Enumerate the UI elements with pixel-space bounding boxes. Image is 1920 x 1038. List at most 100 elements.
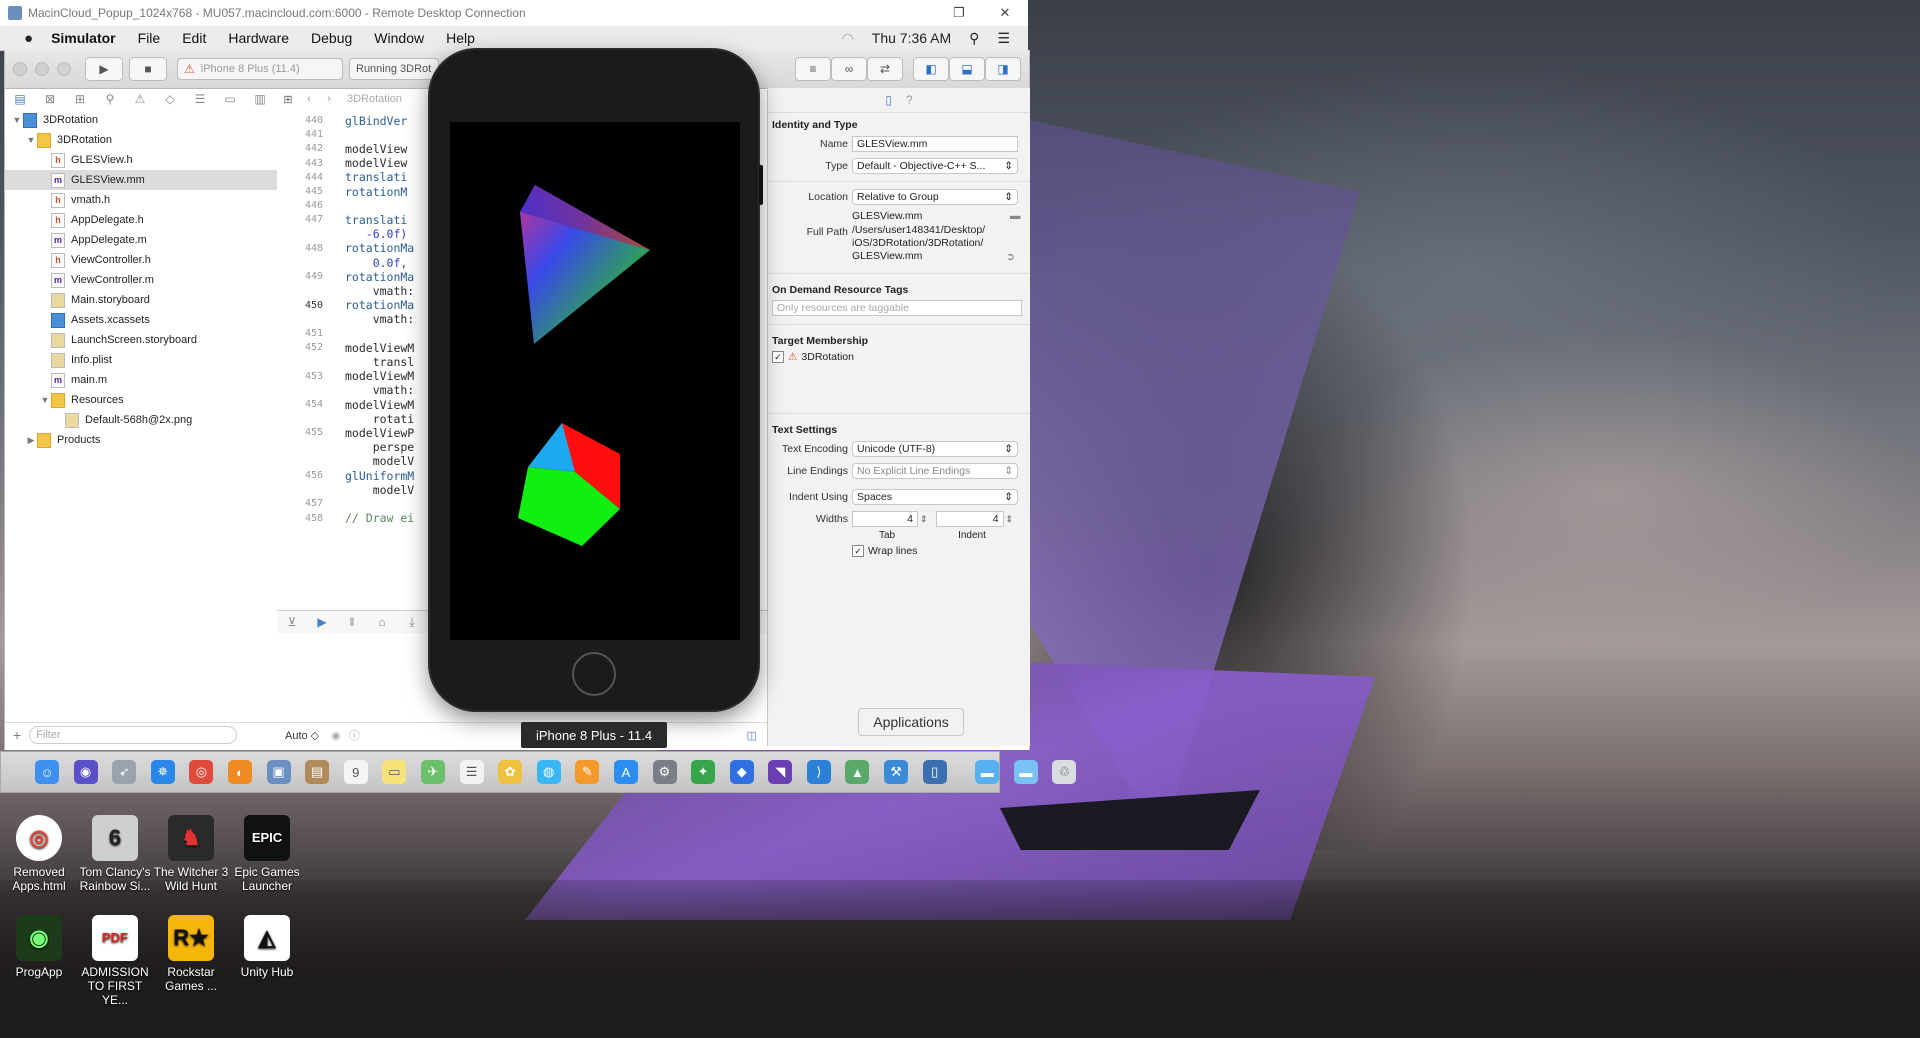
navigator-item[interactable]: m main.m	[5, 370, 277, 390]
navigator-item[interactable]: ▼ 3DRotation	[5, 130, 277, 150]
system-prefs-icon[interactable]: ⚙	[652, 760, 677, 784]
reveal-arrow-icon[interactable]: ➲	[1006, 251, 1015, 263]
menu-window[interactable]: Window	[374, 30, 424, 46]
name-field[interactable]: GLESView.mm	[852, 136, 1018, 152]
navigator-item[interactable]: m GLESView.mm	[5, 170, 277, 190]
navigator-item[interactable]: m AppDelegate.m	[5, 230, 277, 250]
navigator-item[interactable]: LaunchScreen.storyboard	[5, 330, 277, 350]
disclosure-open-icon[interactable]: ▼	[11, 115, 23, 125]
firefox-icon[interactable]: ◐	[227, 760, 252, 784]
step-into-icon[interactable]: ⤓	[397, 615, 427, 630]
navigator-item[interactable]: ▼ 3DRotation	[5, 110, 277, 130]
step-over-icon[interactable]: ⌂	[367, 615, 397, 629]
indent-select[interactable]: Spaces ⇕	[852, 489, 1018, 505]
eye-icon[interactable]: ◉	[331, 729, 341, 742]
disclosure-open-icon[interactable]: ▼	[39, 395, 51, 405]
symbol-navigator-icon[interactable]: ⊞	[65, 92, 95, 106]
siri-icon[interactable]: ◉	[73, 760, 98, 784]
witcher-shortcut[interactable]: ♞ The Witcher 3 Wild Hunt	[153, 815, 229, 893]
navigator-item[interactable]: Default-568h@2x.png	[5, 410, 277, 430]
reminders-icon[interactable]: ☰	[459, 760, 484, 784]
toggle-inspector-button[interactable]: ◨	[985, 57, 1021, 81]
safari-icon[interactable]: ✵	[150, 760, 175, 784]
folder-icon[interactable]: ▬	[1010, 210, 1021, 222]
forward-icon[interactable]: ›	[319, 93, 339, 105]
clock[interactable]: Thu 7:36 AM	[872, 30, 951, 46]
navigator-item[interactable]: ▼ Resources	[5, 390, 277, 410]
navigator-item[interactable]: m ViewController.m	[5, 270, 277, 290]
stickies-icon[interactable]: ▭	[382, 760, 407, 784]
navigator-item[interactable]: Assets.xcassets	[5, 310, 277, 330]
navigator-item[interactable]: h AppDelegate.h	[5, 210, 277, 230]
close-button[interactable]: ✕	[982, 5, 1028, 21]
menu-help[interactable]: Help	[446, 30, 475, 46]
assistant-editor-button[interactable]: ∞	[831, 57, 867, 81]
launchpad-icon[interactable]: ➶	[112, 760, 137, 784]
zoom-window-dot[interactable]	[57, 62, 71, 76]
indent-stepper[interactable]: ⇕	[1006, 514, 1014, 525]
pdf-shortcut[interactable]: PDF ADMISSION TO FIRST YE...	[77, 915, 153, 1007]
chrome-icon[interactable]: ◎	[189, 760, 214, 784]
minimize-window-dot[interactable]	[35, 62, 49, 76]
navigator-item[interactable]: Main.storyboard	[5, 290, 277, 310]
unityhub-shortcut[interactable]: ◭ Unity Hub	[229, 915, 305, 979]
jump-bar-path[interactable]: 3DRotation	[347, 93, 402, 105]
target-checkbox[interactable]: ✓	[772, 351, 784, 363]
project-navigator-icon[interactable]: ▤	[5, 92, 35, 106]
encoding-select[interactable]: Unicode (UTF-8) ⇕	[852, 441, 1018, 457]
related-items-icon[interactable]: ⊞	[277, 93, 299, 106]
scheme-selector[interactable]: ⚠ iPhone 8 Plus (11.4)	[177, 58, 343, 80]
spotlight-icon[interactable]: ⚲	[969, 30, 979, 47]
epic-shortcut[interactable]: EPIC Epic Games Launcher	[229, 815, 305, 893]
books-icon[interactable]: ✎	[575, 760, 600, 784]
dropbox-icon[interactable]: ◆	[729, 760, 754, 784]
add-icon[interactable]: +	[13, 727, 21, 743]
indent-width-field[interactable]: 4	[935, 511, 1004, 527]
notes-brown-icon[interactable]: ▤	[305, 760, 330, 784]
type-select[interactable]: Default - Objective-C++ S... ⇕	[852, 158, 1018, 174]
rainbow-six-shortcut[interactable]: 6 Tom Clancy's Rainbow Si...	[77, 815, 153, 893]
file-inspector-icon[interactable]: ▯	[885, 93, 892, 107]
simulator-screen[interactable]	[450, 122, 740, 640]
source-control-icon[interactable]: ⊠	[35, 92, 65, 106]
auto-variables-selector[interactable]: Auto ◇	[285, 729, 319, 742]
visual-studio-icon[interactable]: ◥	[768, 760, 793, 784]
filter-input[interactable]: Filter	[29, 726, 238, 744]
trash-icon[interactable]: ♲	[1052, 760, 1077, 784]
disclosure-open-icon[interactable]: ▼	[25, 135, 37, 145]
xcode-icon[interactable]: ⚒	[884, 760, 909, 784]
report-navigator-icon[interactable]: ▥	[245, 92, 275, 106]
navigator-item[interactable]: h vmath.h	[5, 190, 277, 210]
menu-app-name[interactable]: Simulator	[51, 30, 116, 46]
quick-help-icon[interactable]: ?	[906, 93, 913, 107]
downloads-folder-icon[interactable]: ▬	[1013, 760, 1038, 784]
apple-icon[interactable]: ●	[24, 30, 33, 47]
navigator-item[interactable]: h GLESView.h	[5, 150, 277, 170]
chrome-shortcut[interactable]: ◎ Removed Apps.html	[1, 815, 77, 893]
navigator-item[interactable]: Info.plist	[5, 350, 277, 370]
breakpoints-toggle-icon[interactable]: ▶	[307, 615, 337, 629]
maps-icon[interactable]: ✈	[420, 760, 445, 784]
navigator-item[interactable]: h ViewController.h	[5, 250, 277, 270]
home-button[interactable]	[572, 652, 616, 696]
tab-width-field[interactable]: 4	[852, 511, 918, 527]
vscode-icon[interactable]: ⟩	[806, 760, 831, 784]
appstore-icon[interactable]: A	[613, 760, 638, 784]
debug-navigator-icon[interactable]: ☰	[185, 92, 215, 106]
hide-debug-icon[interactable]: ⊻	[277, 615, 307, 629]
applications-folder-icon[interactable]: ▬	[975, 760, 1000, 784]
split-console-icon[interactable]: ◫	[747, 729, 757, 742]
wifi-icon[interactable]: ◠	[842, 30, 854, 47]
endings-select[interactable]: No Explicit Line Endings ⇕	[852, 463, 1018, 479]
photos-icon[interactable]: ✿	[498, 760, 523, 784]
back-icon[interactable]: ‹	[299, 93, 319, 105]
menu-edit[interactable]: Edit	[182, 30, 206, 46]
simulator-icon[interactable]: ▯	[922, 760, 947, 784]
rockstar-shortcut[interactable]: R★ Rockstar Games ...	[153, 915, 229, 993]
toggle-navigator-button[interactable]: ◧	[913, 57, 949, 81]
breakpoint-navigator-icon[interactable]: ▭	[215, 92, 245, 106]
toggle-debug-button[interactable]: ⬓	[949, 57, 985, 81]
run-button[interactable]: ▶	[85, 57, 123, 81]
wrap-checkbox[interactable]: ✓	[852, 545, 864, 557]
android-studio-icon[interactable]: ▲	[845, 760, 870, 784]
